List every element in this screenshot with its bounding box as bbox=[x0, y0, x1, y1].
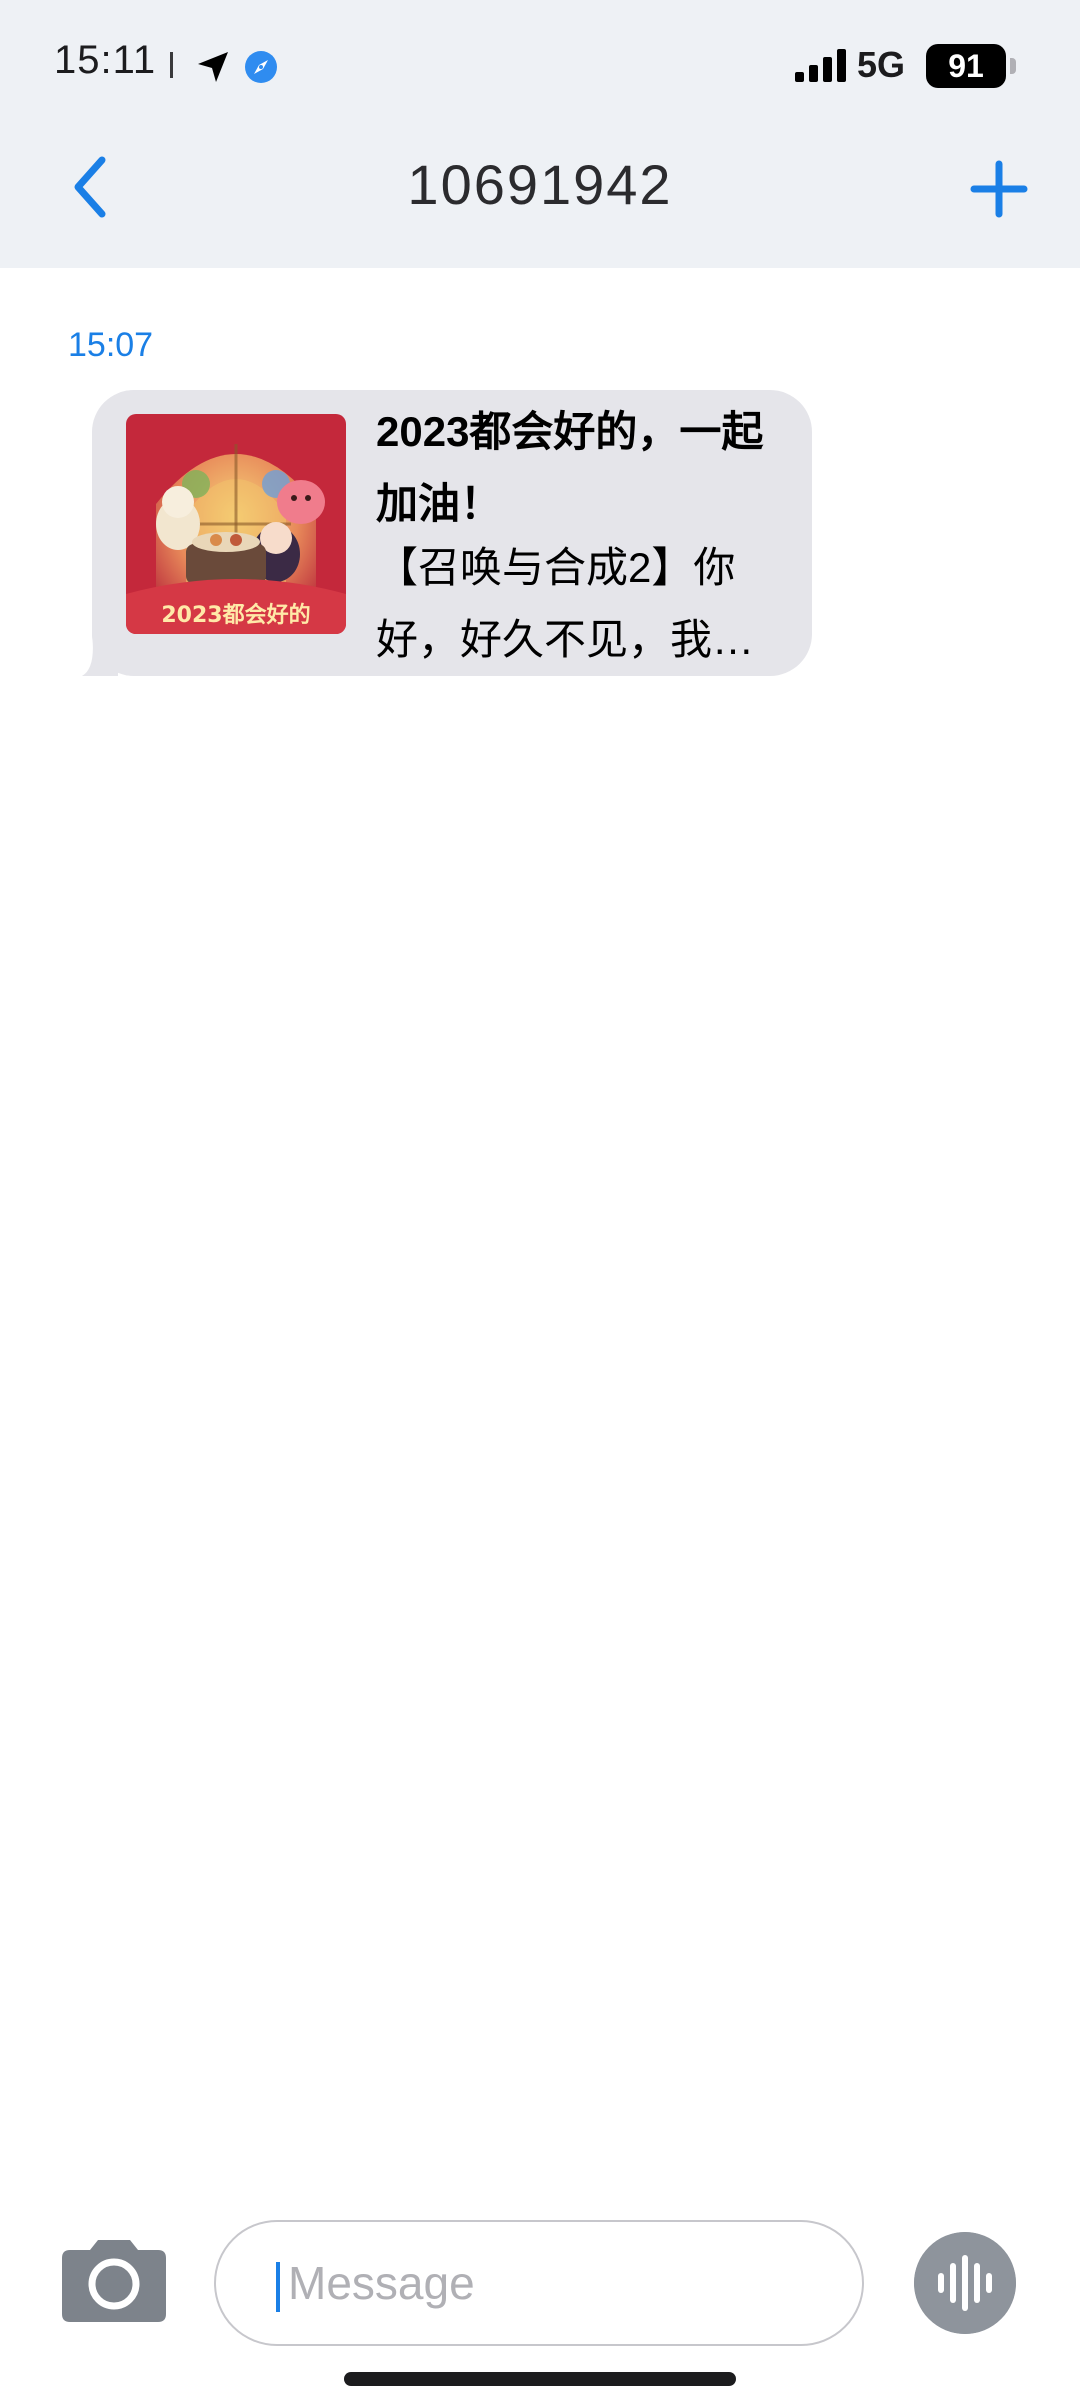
status-separator bbox=[170, 52, 173, 78]
thumbnail-caption: 2023都会好的 bbox=[161, 602, 310, 628]
message-input-placeholder: Message bbox=[288, 2257, 475, 2309]
message-card-thumbnail[interactable]: 2023都会好的 bbox=[126, 414, 346, 634]
thumbnail-illustration: 2023都会好的 bbox=[126, 414, 346, 634]
signal-bars-icon bbox=[795, 49, 846, 82]
add-button[interactable] bbox=[968, 158, 1030, 220]
plus-icon bbox=[970, 160, 1028, 218]
home-indicator bbox=[344, 2372, 736, 2386]
chevron-left-icon bbox=[74, 156, 106, 218]
voice-button[interactable] bbox=[914, 2232, 1016, 2334]
back-button[interactable] bbox=[66, 152, 116, 222]
message-card-body: 【召唤与合成2】你好，好久不见，我… bbox=[376, 544, 755, 663]
header-area: 15:11 5G 91 10691942 bbox=[0, 0, 1080, 268]
message-input[interactable]: Message bbox=[214, 2220, 864, 2346]
message-timestamp: 15:07 bbox=[68, 326, 154, 364]
battery-tip bbox=[1010, 58, 1016, 74]
network-type: 5G bbox=[857, 44, 906, 85]
text-caret bbox=[276, 2262, 280, 2312]
battery-icon: 91 bbox=[926, 44, 1016, 88]
messages-screen: 15:11 5G 91 10691942 15:07 2023都会好的 2023… bbox=[0, 0, 1080, 2400]
conversation-title: 10691942 bbox=[407, 153, 673, 216]
status-time: 15:11 bbox=[54, 38, 157, 82]
message-card-title: 2023都会好的，一起加油！ bbox=[376, 408, 764, 527]
compass-icon bbox=[245, 51, 277, 83]
camera-button[interactable] bbox=[60, 2238, 168, 2322]
battery-level: 91 bbox=[926, 44, 1006, 88]
status-bar: 15:11 5G 91 bbox=[0, 0, 1080, 130]
location-arrow-icon bbox=[198, 52, 228, 82]
camera-icon bbox=[62, 2240, 166, 2322]
